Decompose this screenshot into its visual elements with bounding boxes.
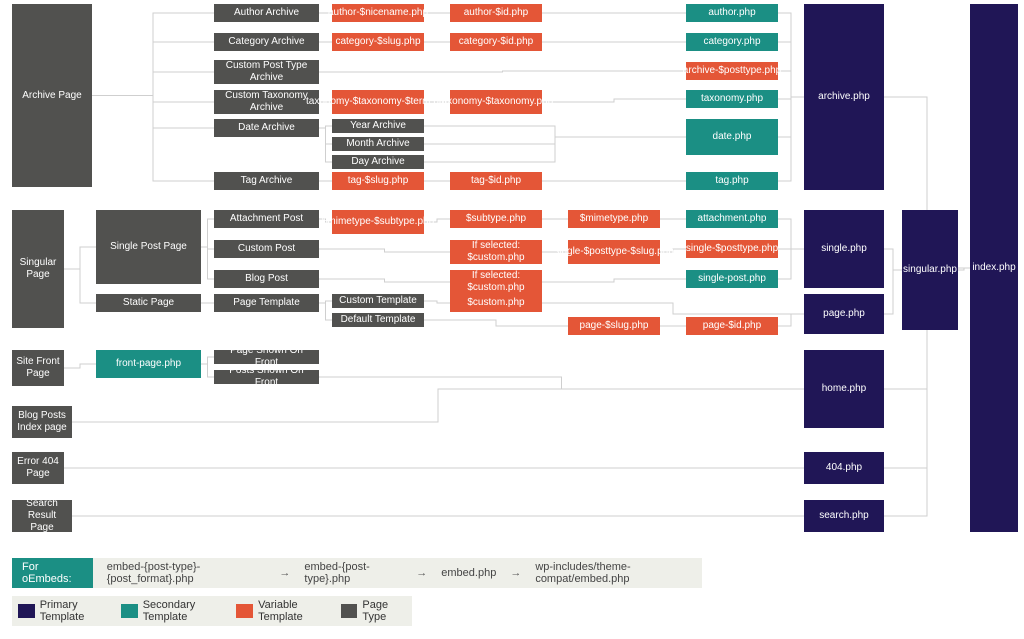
node-arch_cat: Category Archive	[214, 33, 319, 51]
node-mime_sub: $mimetype-$subtype.php	[332, 210, 424, 234]
node-if_custom2: If selected: $custom.php	[450, 270, 542, 294]
node-tax_term: taxonomy-$taxonomy-$term.php	[332, 90, 424, 114]
node-page_php: page.php	[804, 294, 884, 334]
node-author_php: author.php	[686, 4, 778, 22]
node-custom_php: $custom.php	[450, 294, 542, 312]
node-root_search: Search Result Page	[12, 500, 72, 532]
node-custom_template: Custom Template	[332, 294, 424, 308]
node-default_template: Default Template	[332, 313, 424, 327]
node-date_day: Day Archive	[332, 155, 424, 169]
node-date_month: Month Archive	[332, 137, 424, 151]
node-category_php: category.php	[686, 33, 778, 51]
node-blog_post: Blog Post	[214, 270, 319, 288]
legend-variable: Variable Template	[236, 599, 330, 623]
node-root_singular: Singular Page	[12, 210, 64, 328]
node-single_ptslug: single-$posttype-$slug.php	[568, 240, 660, 264]
node-page_slug: page-$slug.php	[568, 317, 660, 335]
oembed-step-0: embed-{post-type}-{post_format}.php	[107, 561, 266, 585]
oembed-step-3: wp-includes/theme-compat/embed.php	[535, 561, 702, 585]
arrow-icon: →	[279, 567, 290, 579]
node-author_id: author-$id.php	[450, 4, 542, 22]
swatch-secondary	[121, 604, 138, 618]
node-arch_tag: Tag Archive	[214, 172, 319, 190]
node-single_post_page: Single Post Page	[96, 210, 201, 284]
node-home_php: home.php	[804, 350, 884, 428]
node-arch_author: Author Archive	[214, 4, 319, 22]
legend-pagetype: Page Type	[341, 599, 406, 623]
node-tax_tax: taxonomy-$taxonomy.php	[450, 90, 542, 114]
node-search_php: search.php	[804, 500, 884, 532]
legend-primary: Primary Template	[18, 599, 111, 623]
node-posts_on_front: Posts Shown On Front	[214, 370, 319, 384]
swatch-primary	[18, 604, 35, 618]
node-archive_cpt: archive-$posttype.php	[686, 62, 778, 80]
legend: Primary Template Secondary Template Vari…	[12, 596, 412, 626]
node-root_blog: Blog Posts Index page	[12, 406, 72, 438]
node-mimetype: $mimetype.php	[568, 210, 660, 228]
node-front_page_php: front-page.php	[96, 350, 201, 378]
node-php_404: 404.php	[804, 452, 884, 484]
node-page_id: page-$id.php	[686, 317, 778, 335]
node-tag_id: tag-$id.php	[450, 172, 542, 190]
swatch-pagetype	[341, 604, 358, 618]
node-attach_post: Attachment Post	[214, 210, 319, 228]
swatch-variable	[236, 604, 253, 618]
node-static_page: Static Page	[96, 294, 201, 312]
oembed-step-1: embed-{post-type}.php	[304, 561, 402, 585]
node-single_pt: single-$posttype.php	[686, 240, 778, 258]
node-date_php: date.php	[686, 119, 778, 155]
node-page_on_front: Page Shown On Front	[214, 350, 319, 364]
oembed-label: For oEmbeds:	[12, 558, 93, 588]
node-single_post_php: single-post.php	[686, 270, 778, 288]
arrow-icon: →	[416, 567, 427, 579]
node-root_front: Site Front Page	[12, 350, 64, 386]
node-tag_slug: tag-$slug.php	[332, 172, 424, 190]
node-singular_php: singular.php	[902, 210, 958, 330]
node-taxonomy_php: taxonomy.php	[686, 90, 778, 108]
node-arch_cpt: Custom Post Type Archive	[214, 60, 319, 84]
node-custom_post: Custom Post	[214, 240, 319, 258]
node-root_404: Error 404 Page	[12, 452, 64, 484]
oembed-bar: For oEmbeds: embed-{post-type}-{post_for…	[12, 558, 702, 588]
arrow-icon: →	[510, 567, 521, 579]
template-hierarchy-diagram: Archive Page Singular Page Site Front Page…	[0, 0, 1024, 639]
node-attachment_php: attachment.php	[686, 210, 778, 228]
node-single_php: single.php	[804, 210, 884, 288]
node-page_template: Page Template	[214, 294, 319, 312]
node-author_nicename: author-$nicename.php	[332, 4, 424, 22]
node-tag_php: tag.php	[686, 172, 778, 190]
node-if_custom1: If selected: $custom.php	[450, 240, 542, 264]
legend-secondary: Secondary Template	[121, 599, 226, 623]
node-subtype: $subtype.php	[450, 210, 542, 228]
oembed-step-2: embed.php	[441, 567, 496, 579]
node-arch_date: Date Archive	[214, 119, 319, 137]
node-index_php: index.php	[970, 4, 1018, 532]
node-root_archive: Archive Page	[12, 4, 92, 187]
node-archive_php: archive.php	[804, 4, 884, 190]
node-arch_tax: Custom Taxonomy Archive	[214, 90, 319, 114]
node-cat_id: category-$id.php	[450, 33, 542, 51]
node-cat_slug: category-$slug.php	[332, 33, 424, 51]
node-date_year: Year Archive	[332, 119, 424, 133]
